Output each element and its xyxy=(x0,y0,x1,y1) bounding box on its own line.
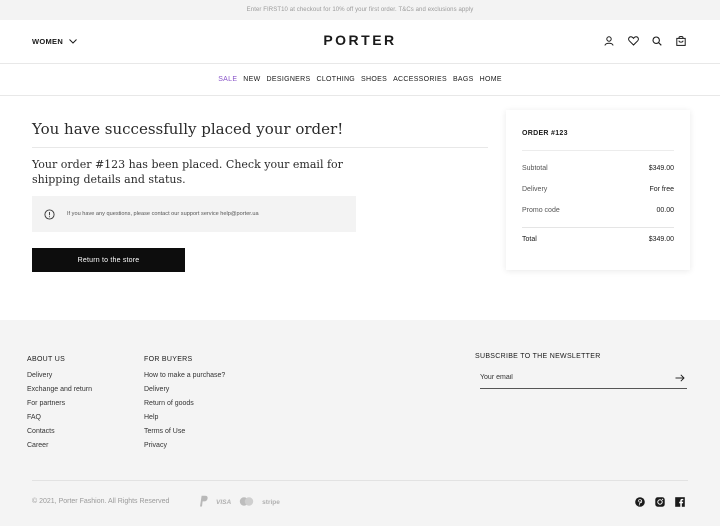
nav-item-sale[interactable]: SALE xyxy=(218,76,237,83)
summary-label: Subtotal xyxy=(522,165,548,172)
newsletter-title: SUBSCRIBE TO THE NEWSLETTER xyxy=(475,353,601,360)
footer-link[interactable]: Return of goods xyxy=(144,397,225,411)
footer-link[interactable]: Delivery xyxy=(144,383,225,397)
return-to-store-button[interactable]: Return to the store xyxy=(32,248,185,272)
order-summary: ORDER #123 Subtotal $349.00 Delivery For… xyxy=(506,110,690,270)
nav-item-designers[interactable]: DESIGNERS xyxy=(267,76,311,83)
footer-link[interactable]: How to make a purchase? xyxy=(144,369,225,383)
summary-label: Delivery xyxy=(522,186,548,193)
search-icon[interactable] xyxy=(650,34,664,48)
nav-item-accessories[interactable]: ACCESSORIES xyxy=(393,76,447,83)
footer-link[interactable]: Terms of Use xyxy=(144,425,225,439)
info-icon xyxy=(44,208,55,220)
instagram-icon[interactable] xyxy=(654,496,665,507)
footer-link[interactable]: Career xyxy=(27,439,92,453)
total-value: $349.00 xyxy=(648,236,674,243)
footer-link[interactable]: Contacts xyxy=(27,425,92,439)
footer-link[interactable]: Delivery xyxy=(27,369,92,383)
visa-icon: VISA xyxy=(216,498,232,506)
summary-row-delivery: Delivery For free xyxy=(522,186,674,193)
footer-link[interactable]: FAQ xyxy=(27,411,92,425)
pinterest-icon[interactable] xyxy=(634,496,645,507)
footer-divider xyxy=(32,480,688,481)
site-header: WOMEN PORTER xyxy=(0,20,720,64)
arrow-right-icon[interactable] xyxy=(673,372,687,384)
page-title: You have successfully placed your order! xyxy=(32,120,488,148)
nav-item-shoes[interactable]: SHOES xyxy=(361,76,387,83)
newsletter-field xyxy=(480,369,687,389)
summary-row-promo: Promo code 00.00 xyxy=(522,207,674,214)
newsletter: SUBSCRIBE TO THE NEWSLETTER xyxy=(475,353,690,389)
summary-row-total: Total $349.00 xyxy=(522,236,674,243)
header-actions xyxy=(602,34,688,48)
nav-item-home[interactable]: HOME xyxy=(480,76,502,83)
summary-value: $349.00 xyxy=(648,165,674,172)
summary-label: Promo code xyxy=(522,207,560,214)
payment-methods: VISA stripe xyxy=(198,495,280,509)
footer-buyers-column: FOR BUYERS How to make a purchase? Deliv… xyxy=(144,356,225,453)
support-notice-text: If you have any questions, please contac… xyxy=(67,211,259,217)
site-footer: ABOUT US Delivery Exchange and return Fo… xyxy=(0,320,720,526)
footer-link[interactable]: Help xyxy=(144,411,225,425)
heart-icon[interactable] xyxy=(626,34,640,48)
total-label: Total xyxy=(522,236,537,243)
summary-value: 00.00 xyxy=(656,207,674,214)
paypal-icon xyxy=(198,495,208,509)
footer-about-column: ABOUT US Delivery Exchange and return Fo… xyxy=(27,356,92,453)
footer-link[interactable]: For partners xyxy=(27,397,92,411)
footer-column-title: ABOUT US xyxy=(27,356,66,363)
mastercard-icon xyxy=(239,496,254,508)
main-nav: SALE NEW DESIGNERS CLOTHING SHOES ACCESS… xyxy=(0,64,720,96)
order-number: ORDER #123 xyxy=(522,130,568,137)
footer-link[interactable]: Exchange and return xyxy=(27,383,92,397)
nav-item-new[interactable]: NEW xyxy=(243,76,260,83)
newsletter-email-input[interactable] xyxy=(480,374,660,381)
user-icon[interactable] xyxy=(602,34,616,48)
cart-icon[interactable] xyxy=(674,34,688,48)
nav-item-clothing[interactable]: CLOTHING xyxy=(316,76,355,83)
summary-divider xyxy=(522,150,674,151)
footer-column-title: FOR BUYERS xyxy=(144,356,193,363)
summary-total-divider xyxy=(522,227,674,228)
footer-link[interactable]: Privacy xyxy=(144,439,225,453)
promo-banner: Enter FIRST10 at checkout for 10% off yo… xyxy=(0,0,720,20)
order-confirmation-message: Your order #123 has been placed. Check y… xyxy=(32,158,343,186)
stripe-icon: stripe xyxy=(262,498,280,506)
facebook-icon[interactable] xyxy=(674,496,685,507)
support-notice: If you have any questions, please contac… xyxy=(32,196,356,232)
summary-row-subtotal: Subtotal $349.00 xyxy=(522,165,674,172)
copyright: © 2021, Porter Fashion. All Rights Reser… xyxy=(32,498,170,505)
summary-value: For free xyxy=(649,186,674,193)
social-links xyxy=(634,496,685,507)
nav-item-bags[interactable]: BAGS xyxy=(453,76,474,83)
